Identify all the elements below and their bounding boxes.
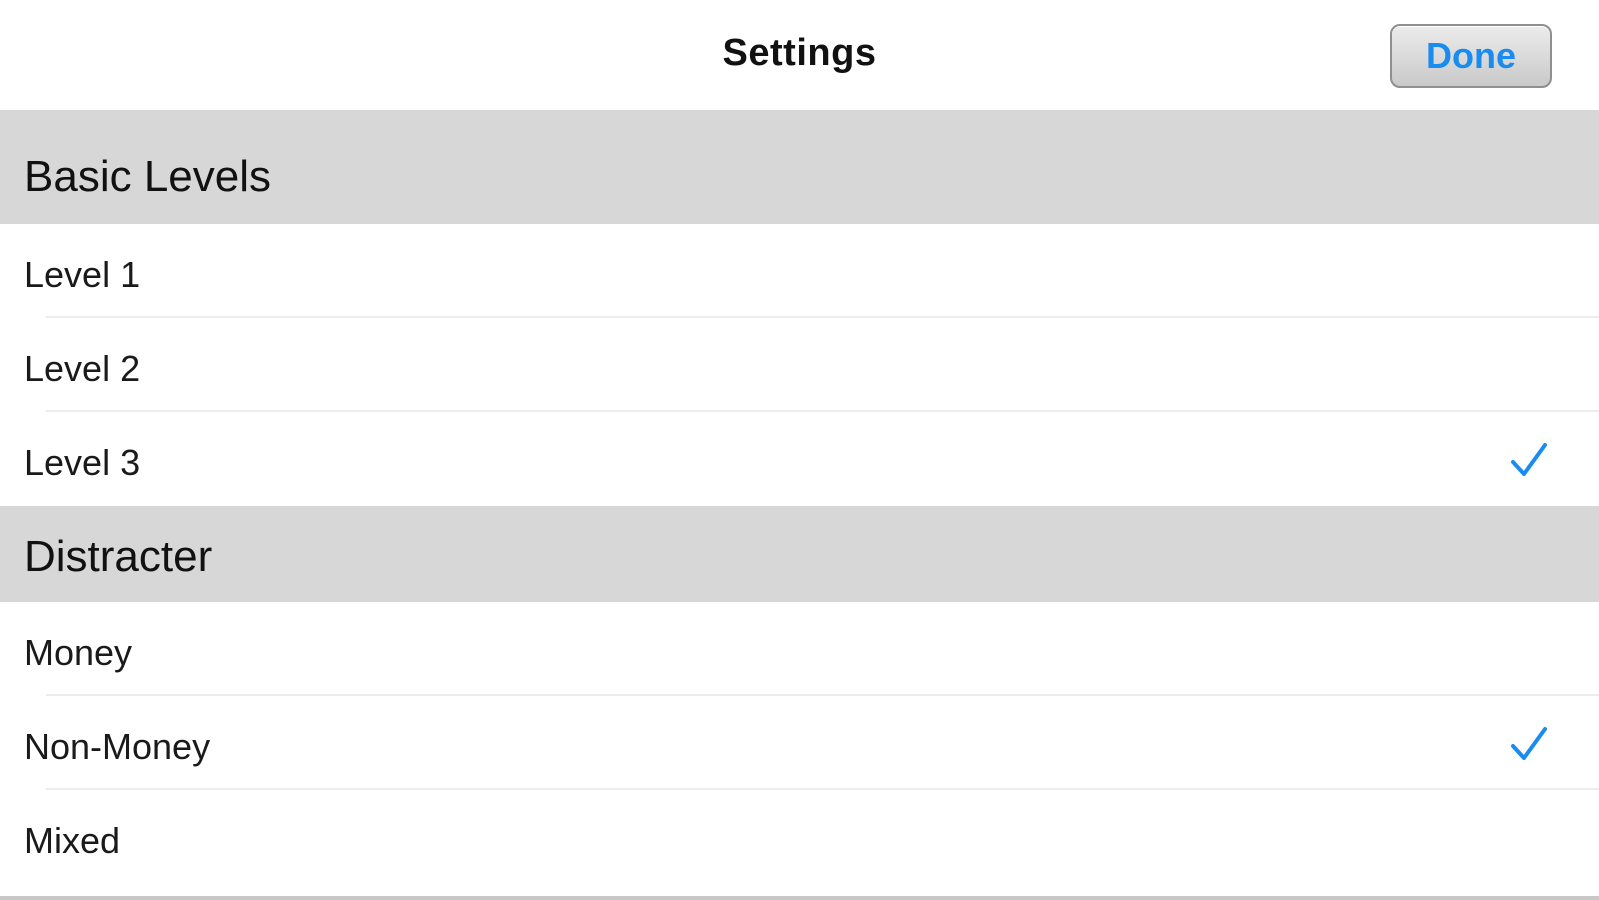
list-item-label: Level 1 <box>24 254 141 295</box>
list-item-label: Level 3 <box>24 442 141 483</box>
settings-screen: Settings Done Basic Levels Level 1 Level… <box>0 0 1599 900</box>
list-item-mixed[interactable]: Mixed <box>0 790 1599 884</box>
list-item-level-1[interactable]: Level 1 <box>0 224 1599 318</box>
checkmark-icon <box>1511 443 1547 476</box>
list-item-label: Money <box>24 632 133 673</box>
list-item-label: Non-Money <box>24 726 211 767</box>
section-header-basic-levels: Basic Levels <box>0 110 1599 224</box>
list-item-level-2[interactable]: Level 2 <box>0 318 1599 412</box>
section-header-label: Basic Levels <box>24 152 272 201</box>
list-item-non-money[interactable]: Non-Money <box>0 696 1599 790</box>
checkmark-icon <box>1511 727 1547 760</box>
list-item-label: Level 2 <box>24 348 141 389</box>
section-header-label: Distracter <box>24 532 213 581</box>
list-item-level-3[interactable]: Level 3 <box>0 412 1599 506</box>
list-item-label: Mixed <box>24 820 121 861</box>
section-header-distracter: Distracter <box>0 506 1599 602</box>
bottom-divider <box>0 896 1599 900</box>
page-title: Settings <box>722 32 877 74</box>
list-item-money[interactable]: Money <box>0 602 1599 696</box>
navigation-bar: Settings Done <box>0 0 1599 110</box>
done-button[interactable]: Done <box>1390 24 1552 88</box>
